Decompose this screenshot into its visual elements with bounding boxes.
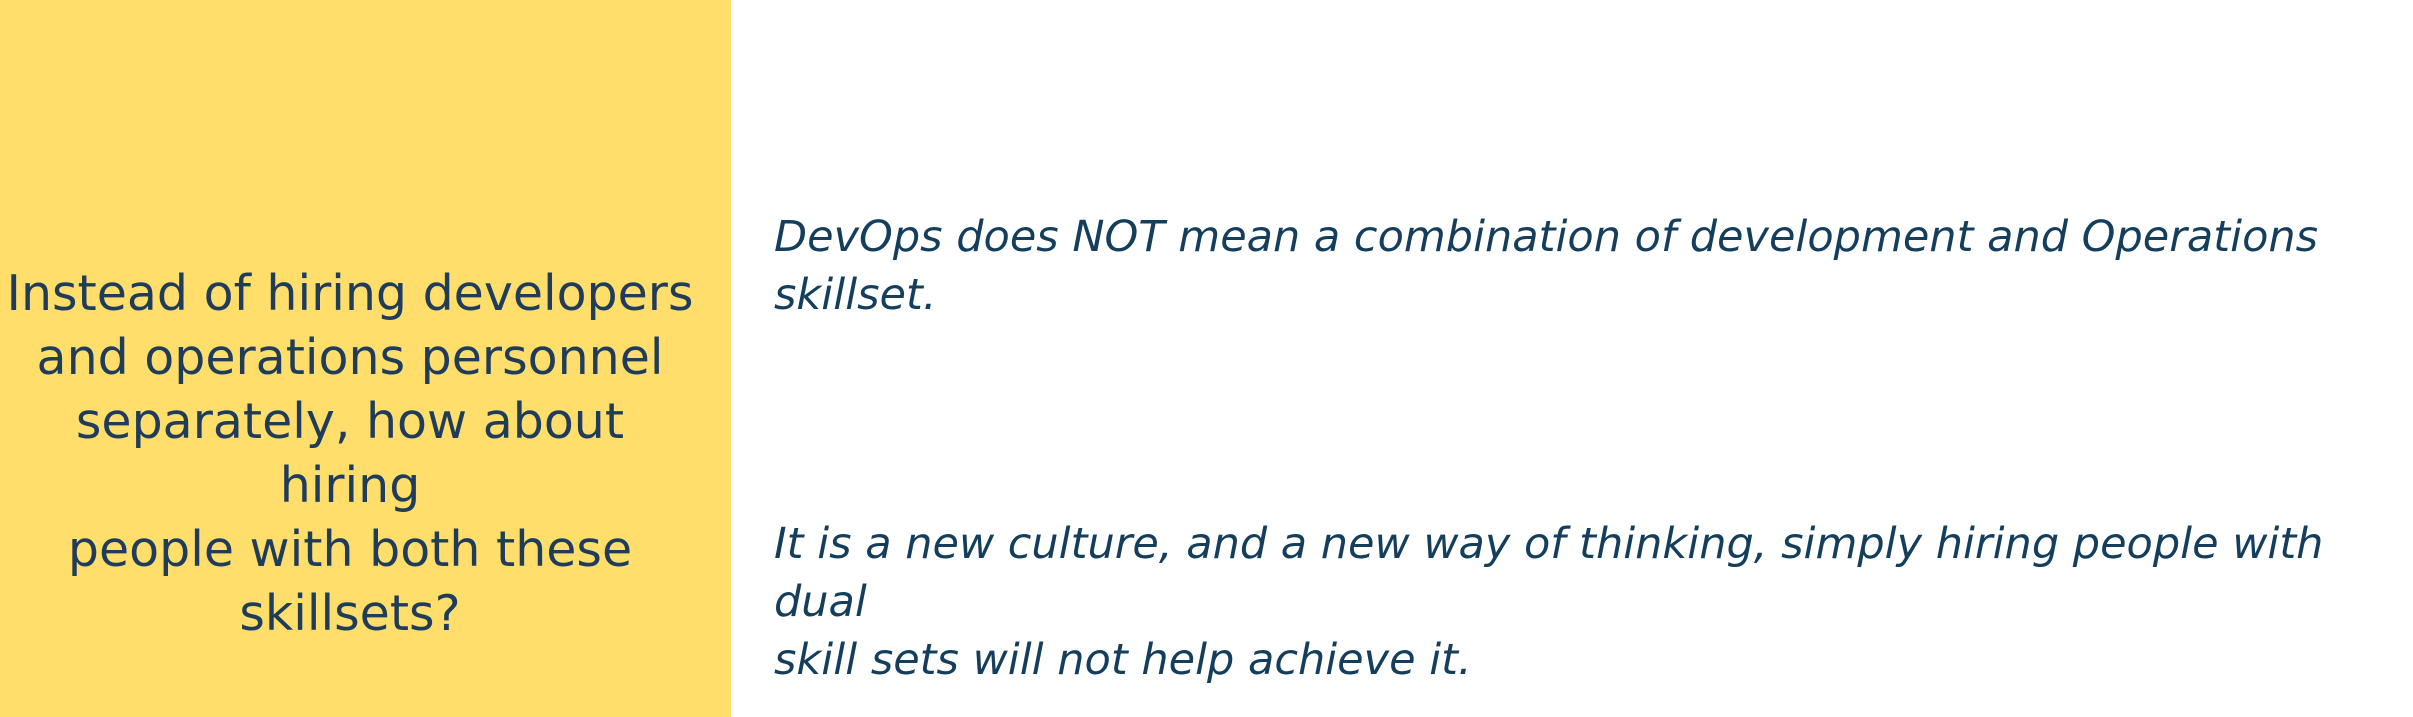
question-text: Instead of hiring developers and operati…	[0, 262, 700, 646]
answer-line: skillset.	[774, 270, 937, 320]
answer-line: skill sets will not help achieve it.	[774, 635, 1472, 685]
question-line: and operations personnel	[36, 329, 664, 386]
question-line: people with both these	[67, 521, 633, 578]
question-panel: Instead of hiring developers and operati…	[0, 0, 731, 717]
question-line: skillsets?	[239, 585, 461, 642]
slide: Instead of hiring developers and operati…	[0, 0, 2413, 717]
answer-line: It is a new culture, and a new way of th…	[774, 519, 2324, 627]
answer-line: DevOps does NOT mean a combination of de…	[774, 212, 2319, 262]
answer-text-devops-definition: DevOps does NOT mean a combination of de…	[774, 208, 2394, 324]
answer-text-new-culture: It is a new culture, and a new way of th…	[774, 515, 2394, 689]
question-line: separately, how about hiring	[75, 393, 625, 514]
question-line: Instead of hiring developers	[6, 265, 694, 322]
